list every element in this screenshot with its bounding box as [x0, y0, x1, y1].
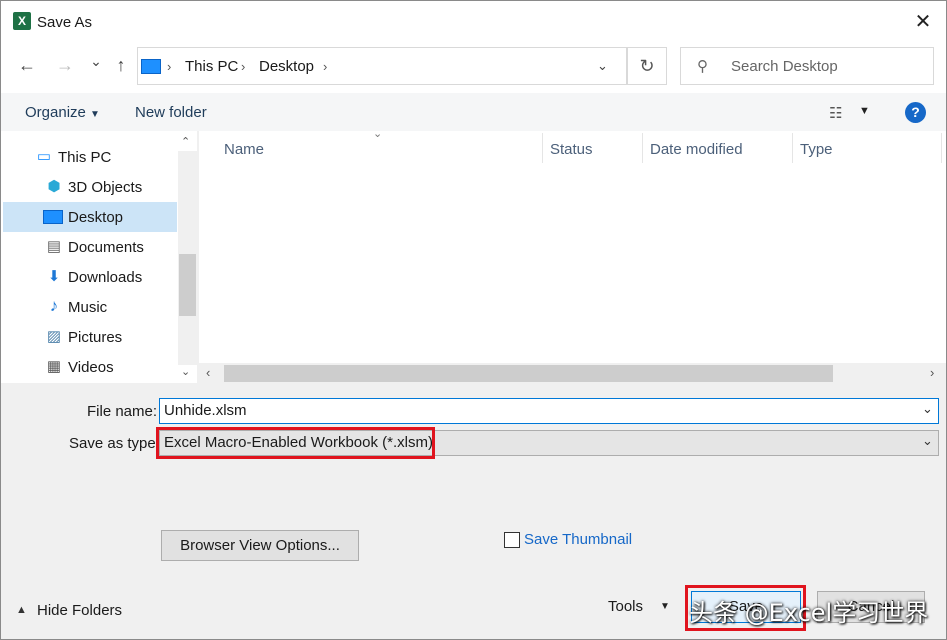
download-icon: ⬇	[47, 268, 61, 285]
hide-folders-button[interactable]: Hide Folders	[37, 602, 122, 619]
sidebar-item-pictures[interactable]: ▨ Pictures	[3, 322, 177, 352]
organize-chevron-icon: ▼	[90, 109, 100, 120]
new-folder-button[interactable]: New folder	[135, 104, 207, 121]
search-input[interactable]: Search Desktop	[731, 58, 838, 75]
cube-icon: ⬢	[47, 178, 61, 195]
pc-icon	[141, 59, 161, 74]
save-as-type-dropdown-chevron-icon[interactable]: ⌄	[922, 433, 933, 449]
refresh-icon[interactable]: ↻	[627, 47, 667, 85]
excel-icon: X	[13, 12, 31, 30]
sidebar-item-desktop[interactable]: Desktop	[3, 202, 177, 232]
sidebar-item-label: Pictures	[68, 329, 123, 346]
scroll-left-icon[interactable]: ‹	[206, 365, 210, 380]
tools-chevron-icon[interactable]: ▼	[660, 601, 670, 612]
column-header-type[interactable]: Type	[800, 141, 833, 158]
document-icon: ▤	[46, 238, 62, 255]
file-name-value: Unhide.xlsm	[164, 402, 247, 419]
scroll-up-icon[interactable]: ⌃	[181, 135, 190, 148]
search-icon: ⚲	[697, 58, 708, 75]
back-arrow-icon[interactable]: ←	[15, 55, 39, 76]
breadcrumb-separator-icon: ›	[241, 59, 246, 74]
video-icon: ▦	[46, 358, 62, 375]
sidebar-item-documents[interactable]: ▤ Documents	[3, 232, 177, 262]
file-name-dropdown-chevron-icon[interactable]: ⌄	[922, 401, 933, 417]
title-bar	[1, 1, 946, 43]
column-divider[interactable]	[542, 133, 543, 163]
breadcrumb-separator-icon[interactable]: ›	[323, 59, 327, 74]
browser-view-options-button[interactable]: Browser View Options...	[161, 530, 359, 561]
sidebar-item-3d-objects[interactable]: ⬢ 3D Objects	[3, 172, 177, 202]
save-thumbnail-checkbox[interactable]	[504, 532, 520, 548]
sidebar-item-label: Desktop	[68, 209, 124, 226]
sidebar-item-videos[interactable]: ▦ Videos	[3, 352, 177, 382]
music-icon: ♪	[49, 296, 59, 315]
view-chevron-icon[interactable]: ▼	[859, 105, 870, 117]
save-thumbnail-label[interactable]: Save Thumbnail	[524, 531, 632, 548]
sidebar-item-label: Videos	[68, 359, 114, 376]
up-arrow-icon[interactable]: ↑	[109, 55, 133, 76]
organize-button[interactable]: Organize ▼	[25, 104, 100, 121]
view-options-icon[interactable]: ☷	[829, 104, 842, 122]
file-list-pane	[199, 131, 946, 383]
file-name-input[interactable]: Unhide.xlsm ⌄	[159, 398, 939, 424]
scroll-right-icon[interactable]: ›	[930, 365, 934, 380]
scroll-down-icon[interactable]: ⌄	[181, 365, 190, 378]
watermark-text: 头条 @Excel学习世界	[689, 599, 929, 627]
desktop-icon	[43, 210, 63, 224]
help-icon[interactable]: ?	[905, 102, 926, 123]
sort-chevron-icon: ⌄	[373, 128, 383, 140]
sidebar-item-label: Downloads	[68, 269, 143, 286]
tools-button[interactable]: Tools	[608, 598, 643, 615]
close-icon[interactable]: ✕	[907, 7, 939, 37]
sidebar-item-label: Documents	[68, 239, 144, 256]
organize-label: Organize	[25, 104, 86, 121]
dialog-title: Save As	[37, 14, 93, 31]
recent-locations-chevron-icon[interactable]: ⌄	[84, 53, 108, 70]
address-dropdown-chevron-icon[interactable]: ⌄	[597, 58, 608, 74]
breadcrumb-this-pc[interactable]: This PC	[185, 58, 238, 75]
horizontal-scrollbar-thumb[interactable]	[224, 365, 833, 382]
sidebar-item-label: This PC	[58, 149, 112, 166]
column-header-name[interactable]: Name	[224, 141, 264, 158]
navigation-scrollbar-thumb[interactable]	[179, 254, 196, 316]
breadcrumb-separator-icon: ›	[167, 59, 172, 74]
sidebar-item-label: 3D Objects	[68, 179, 143, 196]
sidebar-item-this-pc[interactable]: ▭ This PC	[3, 142, 177, 172]
column-divider[interactable]	[642, 133, 643, 163]
highlight-box-save-type	[156, 427, 435, 459]
hide-folders-chevron-icon[interactable]: ▲	[16, 604, 27, 616]
file-name-label: File name:	[87, 403, 158, 420]
sidebar-item-label: Music	[68, 299, 108, 316]
column-header-status[interactable]: Status	[550, 141, 593, 158]
column-divider[interactable]	[941, 133, 942, 163]
sidebar-item-music[interactable]: ♪ Music	[3, 292, 177, 322]
forward-arrow-icon[interactable]: →	[53, 55, 77, 76]
pc-icon: ▭	[36, 148, 52, 165]
breadcrumb-desktop[interactable]: Desktop	[259, 58, 314, 75]
sidebar-item-downloads[interactable]: ⬇ Downloads	[3, 262, 177, 292]
column-header-date-modified[interactable]: Date modified	[650, 141, 743, 158]
picture-icon: ▨	[46, 328, 62, 345]
save-as-dialog: X Save As ✕ ← → ⌄ ↑ › This PC › Desktop …	[0, 0, 947, 640]
save-as-type-label: Save as type:	[69, 435, 160, 452]
column-divider[interactable]	[792, 133, 793, 163]
